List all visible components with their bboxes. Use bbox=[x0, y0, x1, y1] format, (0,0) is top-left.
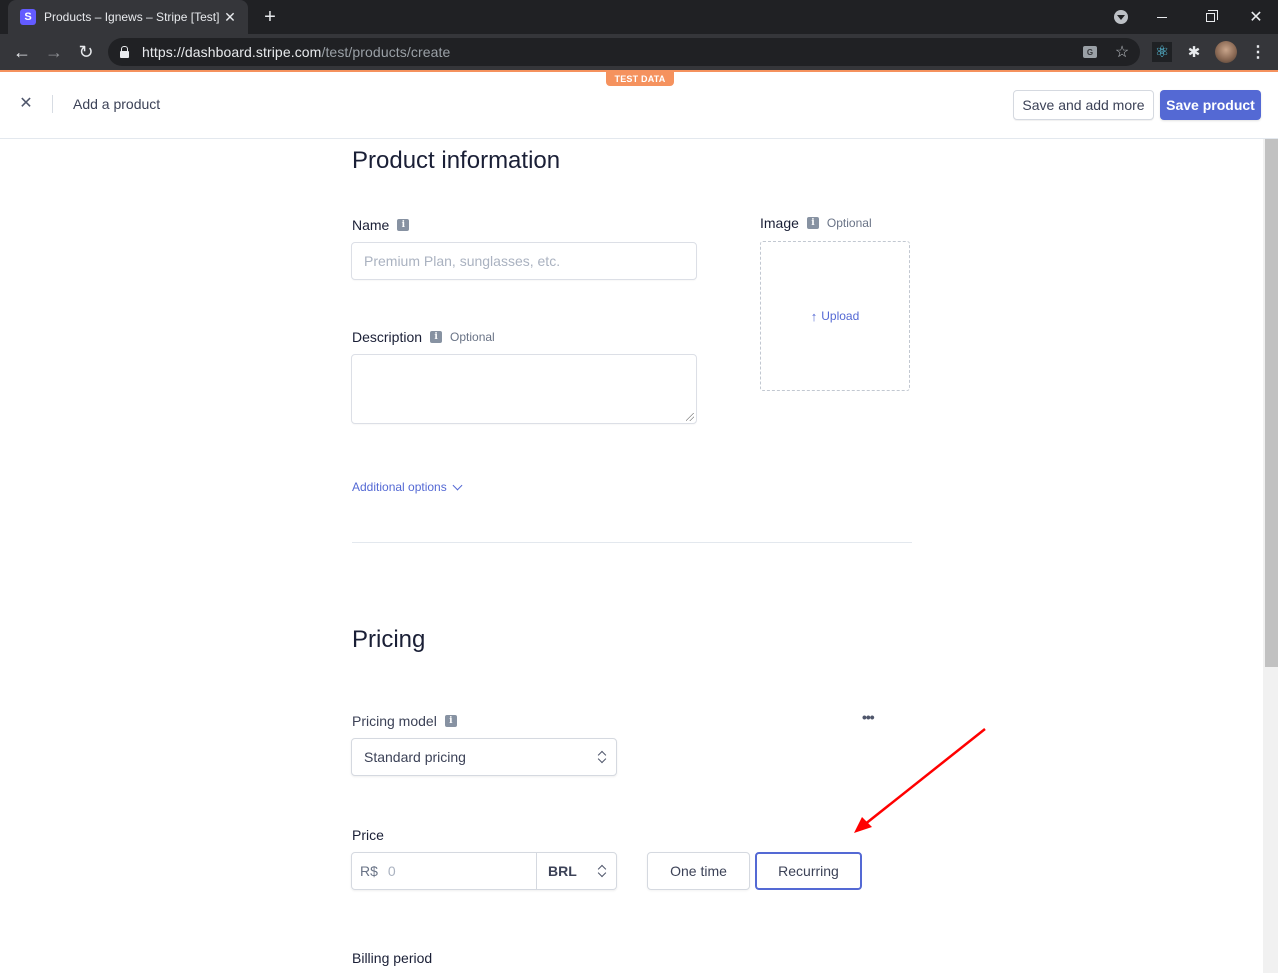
price-label: Price bbox=[352, 827, 384, 843]
react-devtools-icon[interactable]: ⚛ bbox=[1152, 42, 1172, 62]
minimize-icon[interactable] bbox=[1150, 0, 1174, 34]
scrollbar[interactable] bbox=[1263, 139, 1278, 973]
annotation-arrow-head bbox=[854, 817, 872, 833]
stripe-favicon-icon: S bbox=[20, 9, 36, 25]
billing-period-label: Billing period bbox=[352, 950, 432, 966]
one-time-button[interactable]: One time bbox=[647, 852, 750, 890]
upload-arrow-icon: ↑ bbox=[810, 308, 818, 324]
currency-prefix: R$ bbox=[360, 863, 378, 879]
price-input-group: R$ 0 BRL bbox=[351, 852, 617, 890]
info-icon[interactable]: i bbox=[806, 217, 819, 229]
pricing-heading: Pricing bbox=[352, 626, 426, 653]
section-divider bbox=[352, 542, 912, 543]
amount-placeholder: 0 bbox=[387, 863, 396, 879]
close-tab-icon[interactable]: ✕ bbox=[222, 9, 238, 26]
chevron-down-icon bbox=[452, 480, 463, 490]
bookmark-star-icon[interactable]: ☆ bbox=[1114, 44, 1130, 61]
currency-select[interactable]: BRL bbox=[537, 853, 616, 889]
description-label-text: Description bbox=[352, 329, 423, 345]
select-updown-icon bbox=[598, 865, 606, 877]
image-label: Image i Optional bbox=[760, 215, 872, 231]
page-title: Add a product bbox=[73, 96, 161, 112]
select-updown-icon bbox=[598, 751, 606, 763]
save-and-add-more-button[interactable]: Save and add more bbox=[1013, 90, 1154, 120]
restore-icon[interactable] bbox=[1198, 0, 1222, 34]
pricing-model-select[interactable]: Standard pricing bbox=[351, 738, 617, 776]
recurring-button[interactable]: Recurring bbox=[755, 852, 862, 890]
name-input[interactable]: Premium Plan, sunglasses, etc. bbox=[351, 242, 697, 280]
name-label-text: Name bbox=[352, 217, 390, 233]
name-placeholder: Premium Plan, sunglasses, etc. bbox=[364, 253, 561, 269]
browser-menu-icon[interactable]: ⋮ bbox=[1248, 42, 1268, 62]
additional-options-link[interactable]: Additional options bbox=[352, 480, 463, 494]
currency-value: BRL bbox=[548, 863, 577, 879]
browser-tabstrip: S Products – Ignews – Stripe [Test] ✕ + … bbox=[0, 0, 1278, 34]
info-icon[interactable]: i bbox=[397, 219, 410, 231]
description-label: Description i Optional bbox=[352, 329, 495, 345]
scrollbar-thumb[interactable] bbox=[1265, 139, 1278, 667]
annotation-arrow bbox=[854, 728, 986, 833]
forward-icon[interactable]: → bbox=[42, 40, 66, 64]
header-divider bbox=[52, 95, 53, 113]
pricing-model-label: Pricing model i bbox=[352, 713, 457, 729]
pricing-model-value: Standard pricing bbox=[364, 749, 466, 765]
new-tab-icon[interactable]: + bbox=[260, 6, 280, 28]
address-bar[interactable]: https://dashboard.stripe.com/test/produc… bbox=[108, 38, 1140, 66]
save-product-button[interactable]: Save product bbox=[1160, 90, 1261, 120]
profile-avatar[interactable] bbox=[1215, 41, 1237, 63]
browser-tab[interactable]: S Products – Ignews – Stripe [Test] ✕ bbox=[8, 0, 248, 34]
name-label: Name i bbox=[352, 217, 410, 233]
browser-toolbar: ← → ↻ https://dashboard.stripe.com/test/… bbox=[0, 34, 1278, 70]
annotation-arrow-line bbox=[863, 728, 986, 826]
info-icon[interactable]: i bbox=[430, 331, 443, 343]
url-host: https://dashboard.stripe.com bbox=[142, 44, 322, 60]
lock-icon bbox=[120, 45, 129, 58]
billing-period-label-text: Billing period bbox=[352, 950, 433, 966]
close-window-icon[interactable]: ✕ bbox=[1244, 0, 1268, 34]
more-options-icon[interactable]: ••• bbox=[862, 710, 875, 724]
tab-title: Products – Ignews – Stripe [Test] bbox=[44, 10, 220, 24]
info-icon[interactable]: i bbox=[444, 715, 457, 727]
additional-options-text: Additional options bbox=[352, 480, 447, 494]
resize-grip-icon[interactable] bbox=[686, 413, 694, 421]
pricing-model-label-text: Pricing model bbox=[352, 713, 437, 729]
back-icon[interactable]: ← bbox=[10, 40, 34, 64]
upload-label: Upload bbox=[821, 309, 860, 323]
reload-icon[interactable]: ↻ bbox=[74, 40, 98, 64]
url-text: https://dashboard.stripe.com/test/produc… bbox=[142, 44, 450, 60]
translate-icon[interactable]: G bbox=[1082, 44, 1098, 60]
product-information-heading: Product information bbox=[352, 147, 561, 174]
main-content: Product information Name i Premium Plan,… bbox=[0, 139, 1263, 973]
image-label-text: Image bbox=[760, 215, 799, 231]
optional-tag: Optional bbox=[826, 216, 872, 230]
url-path: /test/products/create bbox=[321, 44, 451, 60]
optional-tag: Optional bbox=[450, 330, 495, 344]
description-textarea[interactable] bbox=[351, 354, 697, 424]
close-icon[interactable]: ✕ bbox=[18, 96, 34, 112]
tab-search-icon[interactable] bbox=[1112, 0, 1130, 34]
extensions-puzzle-icon[interactable]: ✱ bbox=[1184, 42, 1204, 62]
price-amount-input[interactable]: R$ 0 bbox=[352, 853, 537, 889]
price-label-text: Price bbox=[352, 827, 384, 843]
image-upload-dropzone[interactable]: ↑ Upload bbox=[760, 241, 910, 391]
test-data-badge: TEST DATA bbox=[606, 72, 674, 86]
